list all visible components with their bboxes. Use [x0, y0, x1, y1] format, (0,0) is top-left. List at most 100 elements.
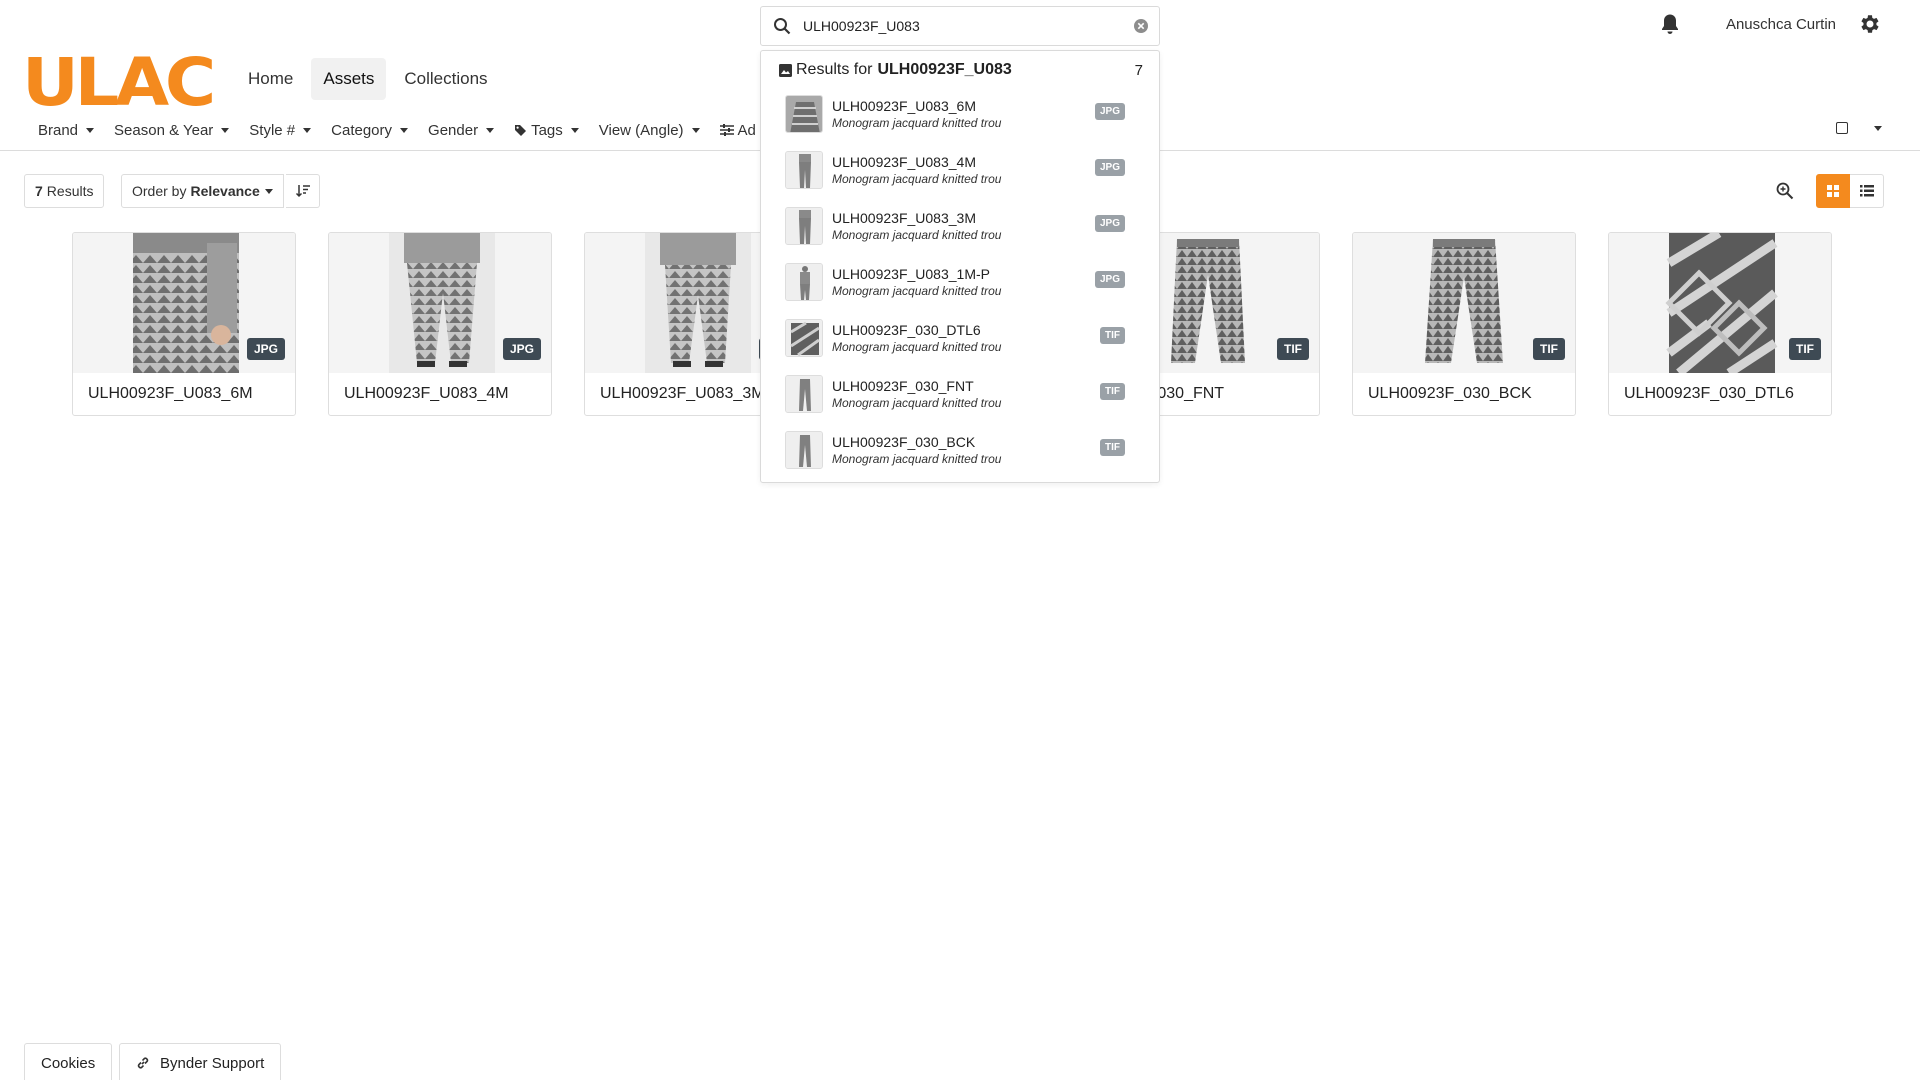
tag-icon	[515, 124, 527, 136]
bynder-support-button[interactable]: Bynder Support	[119, 1043, 282, 1080]
result-name: ULH00923F_030_BCK	[832, 434, 976, 450]
asset-thumbnail: TIF	[1609, 233, 1831, 373]
filter-view-angle[interactable]: View (Angle)	[599, 122, 700, 139]
result-description: Monogram jacquard knitted trou	[832, 340, 1002, 354]
result-thumbnail	[785, 151, 823, 189]
asset-title: ULH00923F_U083_3M	[600, 385, 765, 402]
filter-brand[interactable]: Brand	[38, 122, 95, 139]
clear-search-icon[interactable]	[1133, 18, 1149, 34]
result-thumbnail	[785, 95, 823, 133]
svg-text:ULAC: ULAC	[22, 52, 213, 109]
filter-bar: Brand Season & Year Style # Category Gen…	[38, 118, 776, 142]
result-name: ULH00923F_U083_3M	[832, 210, 976, 226]
filter-style[interactable]: Style #	[249, 122, 312, 139]
user-name[interactable]: Anuschca Curtin	[1726, 16, 1836, 33]
filter-gender[interactable]: Gender	[428, 122, 495, 139]
gear-icon[interactable]	[1858, 12, 1882, 36]
search-result-item[interactable]: ULH00923F_030_DTL6 Monogram jacquard knit…	[785, 313, 1145, 363]
asset-title: ULH00923F_030_BCK	[1368, 385, 1532, 402]
asset-card[interactable]: TIF ULH00923F_030_BCK	[1352, 232, 1576, 416]
file-type-badge: JPG	[1094, 103, 1125, 120]
chevron-down-icon[interactable]	[1874, 125, 1882, 131]
result-description: Monogram jacquard knitted trou	[832, 284, 1002, 298]
asset-thumbnail: TIF	[1353, 233, 1575, 373]
result-description: Monogram jacquard knitted trou	[832, 172, 1002, 186]
main-nav: Home Assets Collections	[236, 58, 500, 100]
results-count: 7 Results	[24, 174, 105, 208]
asset-thumbnail: JPG	[329, 233, 551, 373]
result-description: Monogram jacquard knitted trou	[832, 228, 1002, 242]
chevron-down-icon	[691, 127, 700, 133]
sort-icon	[295, 185, 310, 198]
cookies-button[interactable]: Cookies	[24, 1043, 113, 1080]
search-input[interactable]	[803, 18, 1123, 34]
nav-assets[interactable]: Assets	[311, 58, 387, 100]
sliders-icon	[719, 124, 734, 136]
search-results-dropdown: Results for ULH00923F_U083 7 ULH00923F_U0…	[760, 50, 1160, 483]
sort-direction-button[interactable]	[286, 174, 320, 208]
chevron-down-icon	[570, 127, 579, 133]
result-thumbnail	[785, 431, 823, 469]
asset-card[interactable]: TIF ULH00923F_030_DTL6	[1608, 232, 1832, 416]
zoom-in-icon	[1776, 182, 1794, 200]
filter-category[interactable]: Category	[331, 122, 409, 139]
filter-advanced[interactable]: Ad	[719, 122, 756, 139]
file-type-badge: JPG	[1094, 159, 1125, 176]
file-type-badge: JPG	[1094, 215, 1125, 232]
filter-tags[interactable]: Tags	[514, 122, 579, 139]
search-result-item[interactable]: ULH00923F_030_FNT Monogram jacquard knitt…	[785, 369, 1145, 419]
file-type-badge: TIF	[1277, 338, 1309, 360]
bell-icon[interactable]	[1660, 13, 1680, 35]
asset-title: ULH00923F_030_DTL6	[1624, 385, 1794, 402]
search-result-item[interactable]: ULH00923F_030_BCK Monogram jacquard knitt…	[785, 425, 1145, 475]
search-result-item[interactable]: ULH00923F_U083_3M Monogram jacquard knitt…	[785, 201, 1145, 251]
asset-card[interactable]: JPG ULH00923F_U083_4M	[328, 232, 552, 416]
search-result-item[interactable]: ULH00923F_U083_1M-P Monogram jacquard kni…	[785, 257, 1145, 307]
file-type-badge: TIF	[1100, 439, 1125, 456]
zoom-button[interactable]	[1770, 176, 1800, 206]
result-description: Monogram jacquard knitted trou	[832, 452, 1002, 466]
chevron-down-icon	[221, 127, 230, 133]
grid-view-button[interactable]	[1816, 174, 1850, 208]
order-by-dropdown[interactable]: Order by Relevance	[121, 174, 284, 208]
result-name: ULH00923F_U083_4M	[832, 154, 976, 170]
nav-home[interactable]: Home	[236, 58, 305, 100]
chevron-down-icon	[400, 127, 409, 133]
image-icon	[779, 63, 792, 77]
filter-season-year[interactable]: Season & Year	[114, 122, 230, 139]
file-type-badge: JPG	[502, 338, 541, 360]
result-name: ULH00923F_030_FNT	[832, 378, 974, 394]
file-type-badge: TIF	[1533, 338, 1565, 360]
link-icon	[137, 1057, 149, 1069]
results-count-label: 7	[1134, 61, 1143, 79]
checkbox-select-all[interactable]	[1836, 122, 1848, 134]
asset-card[interactable]: JPG ULH00923F_U083_6M	[72, 232, 296, 416]
chevron-down-icon	[264, 188, 273, 194]
filter-bar-right	[1836, 122, 1882, 134]
result-name: ULH00923F_030_DTL6	[832, 322, 981, 338]
result-thumbnail	[785, 375, 823, 413]
file-type-badge: TIF	[1789, 338, 1821, 360]
file-type-badge: TIF	[1100, 383, 1125, 400]
list-view-button[interactable]	[1850, 174, 1884, 208]
nav-collections[interactable]: Collections	[392, 58, 499, 100]
asset-thumbnail: JPG	[73, 233, 295, 373]
chevron-down-icon	[303, 127, 312, 133]
result-description: Monogram jacquard knitted trou	[832, 116, 1002, 130]
chevron-down-icon	[86, 127, 95, 133]
result-description: Monogram jacquard knitted trou	[832, 396, 1002, 410]
file-type-badge: JPG	[246, 338, 285, 360]
ulac-logo[interactable]: ULAC	[22, 52, 214, 109]
search-box	[760, 6, 1160, 46]
file-type-badge: JPG	[1094, 271, 1125, 288]
grid-icon	[1827, 185, 1839, 197]
file-type-badge: TIF	[1100, 327, 1125, 344]
list-icon	[1859, 185, 1874, 197]
result-thumbnail	[785, 207, 823, 245]
search-result-item[interactable]: ULH00923F_U083_4M Monogram jacquard knitt…	[785, 145, 1145, 195]
search-result-item[interactable]: ULH00923F_U083_6M Monogram jacquard knitt…	[785, 89, 1145, 139]
asset-title: ULH00923F_U083_4M	[344, 385, 509, 402]
dropdown-header: Results for ULH00923F_U083 7	[779, 61, 1143, 79]
result-thumbnail	[785, 319, 823, 357]
chevron-down-icon	[486, 127, 495, 133]
